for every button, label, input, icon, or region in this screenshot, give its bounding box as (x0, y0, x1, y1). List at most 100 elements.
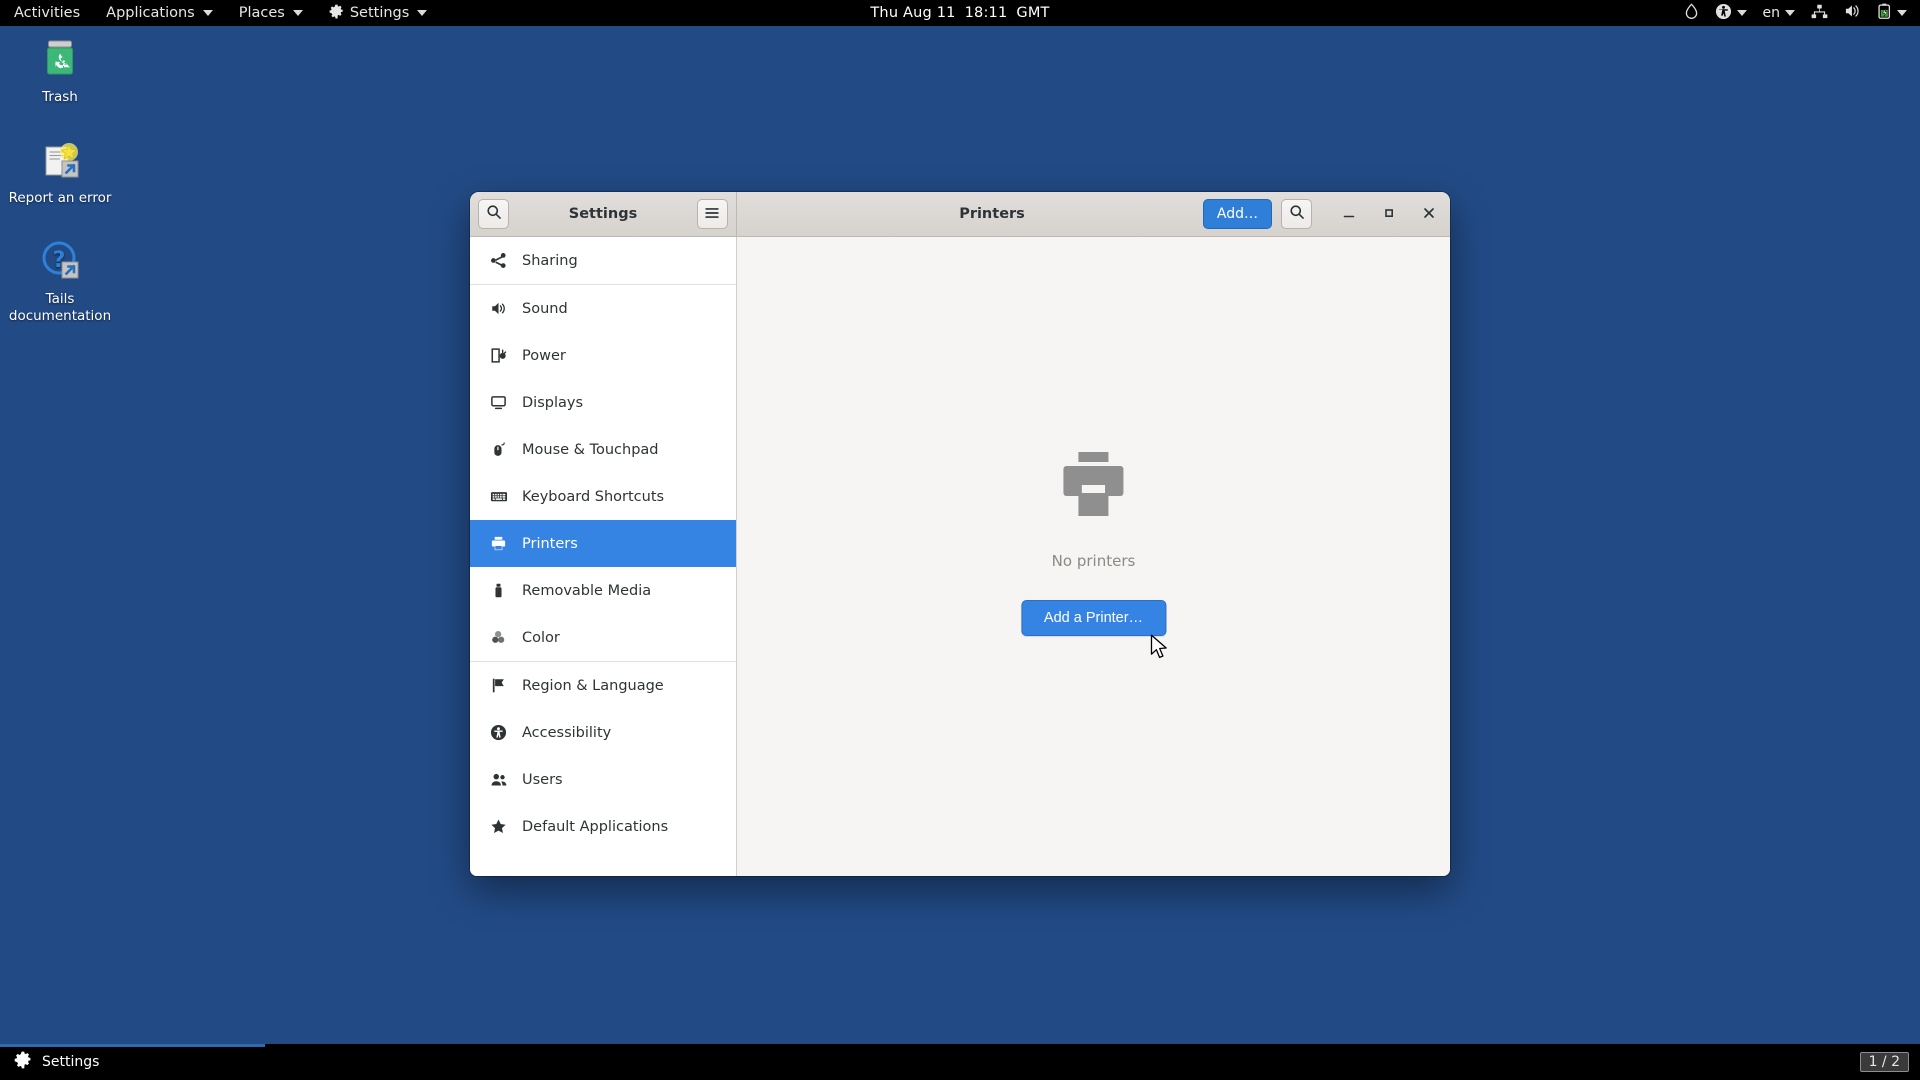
sidebar-item-removable-media[interactable]: Removable Media (470, 567, 736, 614)
tor-status-button[interactable] (1677, 0, 1706, 26)
sidebar-item-label: Removable Media (522, 582, 652, 599)
chevron-down-icon (1785, 10, 1795, 16)
taskbar: Settings 1 / 2 (0, 1044, 1920, 1080)
add-button[interactable]: Add… (1202, 199, 1272, 229)
workspace-indicator[interactable]: 1 / 2 (1859, 1052, 1909, 1072)
desktop-icon-label: Tails documentation (8, 291, 112, 324)
printer-large-icon (1055, 452, 1131, 530)
keyboard-icon (489, 487, 508, 506)
search-icon (486, 204, 502, 224)
clock-time: 18:11 (964, 5, 1008, 21)
settings-app-menu[interactable]: Settings (316, 0, 440, 26)
sidebar-item-label: Region & Language (522, 677, 664, 694)
activities-button[interactable]: Activities (0, 0, 93, 26)
sidebar-item-label: Sound (522, 300, 568, 317)
sidebar-item-label: Printers (522, 535, 578, 552)
maximize-button[interactable] (1374, 199, 1404, 229)
close-icon (1422, 205, 1436, 224)
volume-status-icon[interactable] (1837, 0, 1868, 26)
network-status-icon[interactable] (1804, 0, 1835, 26)
places-label: Places (238, 5, 285, 21)
settings-sidebar: Sharing Sound Power Displays Mouse & Tou… (470, 237, 737, 876)
header-left-pane: Settings (470, 192, 737, 236)
chevron-down-icon (1897, 10, 1907, 16)
places-menu[interactable]: Places (226, 0, 316, 26)
desktop-icon-label: Trash (42, 89, 78, 105)
volume-icon (1844, 3, 1861, 23)
flag-icon (489, 676, 508, 695)
share-icon (489, 251, 508, 270)
chevron-down-icon (1736, 10, 1747, 16)
desktop-icon-tails-documentation[interactable]: ? Tails documentation (0, 236, 120, 325)
desktop-icon-trash[interactable]: Trash (0, 34, 120, 106)
usb-drive-icon (489, 581, 508, 600)
desktop-icon-report-an-error[interactable]: Report an error (0, 135, 120, 207)
monitor-icon (489, 393, 508, 412)
status-area: en (1677, 0, 1915, 26)
main-menu-button[interactable] (696, 199, 728, 229)
clock[interactable]: Thu Aug 11 18:11 GMT (870, 5, 1049, 21)
sidebar-item-displays[interactable]: Displays (470, 379, 736, 426)
taskbar-item-label: Settings (42, 1054, 100, 1070)
settings-menu-label: Settings (349, 5, 410, 21)
sidebar-item-keyboard-shortcuts[interactable]: Keyboard Shortcuts (470, 473, 736, 520)
accessibility-icon (1715, 3, 1732, 24)
sidebar-item-label: Default Applications (522, 818, 669, 835)
sidebar-item-mouse-touchpad[interactable]: Mouse & Touchpad (470, 426, 736, 473)
speaker-icon (489, 299, 508, 318)
sidebar-search-button[interactable] (478, 199, 509, 229)
printer-icon (489, 534, 508, 553)
gear-icon (14, 1051, 32, 1073)
sidebar-item-sharing[interactable]: Sharing (470, 237, 736, 284)
close-button[interactable] (1414, 199, 1444, 229)
sidebar-item-printers[interactable]: Printers (470, 520, 736, 567)
settings-window: Settings Printers Add… Sharing Sound Pow… (470, 192, 1450, 876)
applications-menu[interactable]: Applications (93, 0, 226, 26)
taskbar-active-indicator (0, 1044, 265, 1047)
sidebar-item-label: Color (522, 629, 560, 646)
no-printers-label: No printers (1051, 552, 1136, 570)
sidebar-item-label: Power (522, 347, 566, 364)
minimize-button[interactable] (1334, 199, 1364, 229)
search-icon (1289, 204, 1305, 224)
onion-droplet-icon (1684, 2, 1699, 24)
accessibility-icon (489, 723, 508, 742)
printer-search-button[interactable] (1281, 199, 1312, 229)
battery-charging-icon (1877, 3, 1892, 24)
language-label: en (1762, 5, 1781, 21)
star-icon (489, 817, 508, 836)
mouse-icon (489, 440, 508, 459)
top-bar: Activities Applications Places Settings … (0, 0, 1920, 26)
color-icon (489, 628, 508, 647)
report-an-error-icon (36, 135, 84, 183)
chevron-down-icon (292, 10, 303, 16)
activities-label: Activities (14, 5, 81, 21)
chevron-down-icon (202, 10, 213, 16)
add-a-printer-button[interactable]: Add a Printer… (1020, 600, 1167, 636)
printers-content-panel: No printers Add a Printer… (737, 237, 1450, 876)
gear-icon (329, 4, 344, 23)
accessibility-menu-button[interactable] (1708, 0, 1754, 26)
network-wired-icon (1811, 4, 1828, 23)
chevron-down-icon (417, 10, 428, 16)
sidebar-item-label: Users (522, 771, 563, 788)
taskbar-item-settings[interactable]: Settings (0, 1044, 99, 1080)
sidebar-item-accessibility[interactable]: Accessibility (470, 709, 736, 756)
sidebar-item-default-applications[interactable]: Default Applications (470, 803, 736, 850)
window-body: Sharing Sound Power Displays Mouse & Tou… (470, 237, 1450, 876)
applications-label: Applications (106, 5, 195, 21)
no-printers-empty-state: No printers Add a Printer… (1020, 452, 1167, 636)
sidebar-item-users[interactable]: Users (470, 756, 736, 803)
clock-date: Thu Aug 11 (870, 5, 956, 21)
sidebar-item-label: Keyboard Shortcuts (522, 488, 665, 505)
sidebar-item-color[interactable]: Color (470, 614, 736, 661)
battery-status-button[interactable] (1870, 0, 1914, 26)
keyboard-layout-button[interactable]: en (1756, 0, 1803, 26)
sidebar-item-sound[interactable]: Sound (470, 285, 736, 332)
sidebar-item-label: Sharing (522, 252, 578, 269)
sidebar-item-label: Accessibility (522, 724, 612, 741)
sidebar-item-power[interactable]: Power (470, 332, 736, 379)
panel-title: Printers (959, 206, 1025, 222)
desktop: Activities Applications Places Settings … (0, 0, 1920, 1080)
sidebar-item-region-language[interactable]: Region & Language (470, 662, 736, 709)
